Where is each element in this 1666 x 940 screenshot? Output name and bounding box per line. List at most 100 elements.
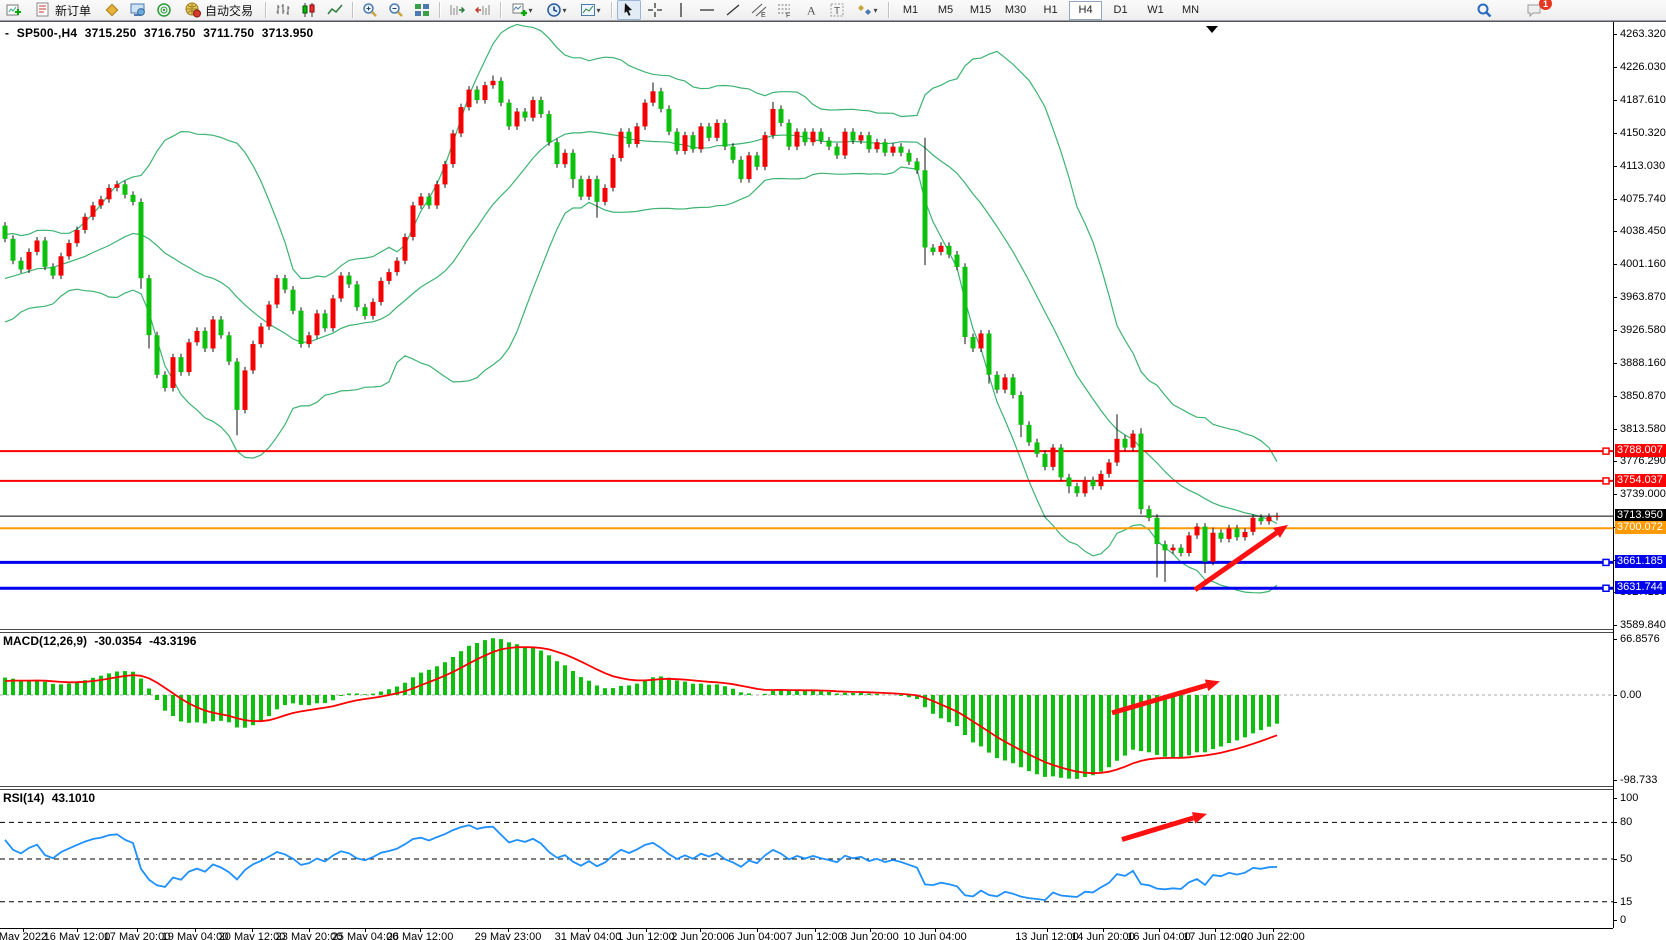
horizontal-line-button[interactable]: [695, 0, 719, 20]
timeframe-button-w1[interactable]: W1: [1139, 1, 1172, 20]
price-axis-label: 4075.740: [1620, 193, 1666, 205]
chart-window: - SP500-,H4 3715.250 3716.750 3711.750 3…: [0, 21, 1666, 940]
price-axis-tick: [1613, 429, 1617, 430]
macd-axis-label: -98.733: [1620, 774, 1657, 786]
price-axis-tick: [1613, 231, 1617, 232]
line-handle[interactable]: [1603, 478, 1609, 484]
bar-chart-button[interactable]: [271, 0, 295, 20]
price-tag-3713.950: 3713.950: [1615, 509, 1666, 522]
price-axis-label: 3589.840: [1620, 619, 1666, 631]
channel-button[interactable]: E: [747, 0, 771, 20]
time-axis-tick: [137, 928, 138, 932]
profile-icon: [130, 2, 146, 18]
market-watch-icon: [104, 2, 120, 18]
trendline-button[interactable]: [721, 0, 745, 20]
chart-shift-button[interactable]: [471, 0, 495, 20]
rsi-pane[interactable]: [0, 788, 1613, 928]
candlestick-chart-icon: [301, 2, 317, 18]
trend-arrow[interactable]: [1122, 812, 1207, 839]
chart-shift-marker-icon[interactable]: [1206, 26, 1218, 33]
trendline-icon: [725, 2, 741, 18]
price-axis-label: 3776.290: [1620, 455, 1666, 467]
candlestick-chart-button[interactable]: [297, 0, 321, 20]
macd-axis-tick: [1613, 780, 1617, 781]
main-price-pane[interactable]: [0, 23, 1613, 629]
horizontal-price-lines[interactable]: [0, 448, 1613, 591]
timeframe-button-h4[interactable]: H4: [1069, 1, 1102, 20]
time-axis-label: 2 Jun 20:00: [671, 931, 729, 940]
price-axis-label: 3888.160: [1620, 357, 1666, 369]
price-axis-tick: [1613, 133, 1617, 134]
timeframe-button-m1[interactable]: M1: [894, 1, 927, 20]
toolbar-separator: [611, 2, 612, 18]
notifications-button[interactable]: 1: [1522, 0, 1546, 20]
cursor-button[interactable]: [617, 0, 641, 20]
arrows-button[interactable]: ▾: [851, 0, 883, 20]
line-handle[interactable]: [1603, 448, 1609, 454]
rsi-axis-tick: [1613, 822, 1617, 823]
new-order-button[interactable]: 新订单: [28, 0, 98, 20]
trend-arrow[interactable]: [1195, 525, 1288, 590]
price-axis-label: 4226.030: [1620, 61, 1666, 73]
auto-scroll-button[interactable]: [445, 0, 469, 20]
channel-icon: E: [751, 2, 767, 18]
text-button[interactable]: A: [799, 0, 823, 20]
line-chart-button[interactable]: [323, 0, 347, 20]
time-axis-tick: [508, 928, 509, 932]
rsi-line: [5, 825, 1277, 900]
fibonacci-icon: F: [777, 2, 793, 18]
chart-shift-icon: [475, 2, 491, 18]
timeframe-button-m15[interactable]: M15: [964, 1, 997, 20]
templates-button[interactable]: ▾: [574, 0, 606, 20]
price-axis-label: 4187.610: [1620, 94, 1666, 106]
zoom-in-button[interactable]: [358, 0, 382, 20]
macd-axis-label: 66.8576: [1620, 633, 1660, 645]
macd-pane[interactable]: [0, 631, 1613, 786]
auto-trading-button-label: 自动交易: [205, 2, 253, 19]
tile-windows-button[interactable]: [410, 0, 434, 20]
time-axis-tick: [935, 928, 936, 932]
price-tag-3788.007: 3788.007: [1615, 444, 1666, 457]
search-button[interactable]: [1472, 0, 1496, 20]
price-axis-label: 3926.580: [1620, 324, 1666, 336]
zoom-out-icon: [388, 2, 404, 18]
time-axis-label: 26 May 12:00: [387, 931, 454, 940]
zoom-out-button[interactable]: [384, 0, 408, 20]
price-tag-3661.185: 3661.185: [1615, 555, 1666, 568]
svg-text:T: T: [834, 6, 840, 17]
new-chart-icon: [6, 2, 22, 18]
time-axis-tick: [700, 928, 701, 932]
text-label-button[interactable]: T: [825, 0, 849, 20]
time-axis-label: 6 Jun 04:00: [728, 931, 786, 940]
vertical-line-button[interactable]: [669, 0, 693, 20]
line-chart-icon: [327, 2, 343, 18]
bar-chart-icon: [275, 2, 291, 18]
timeframe-button-d1[interactable]: D1: [1104, 1, 1137, 20]
indicators-button[interactable]: ▾: [506, 0, 538, 20]
auto-trading-button[interactable]: 自动交易: [178, 0, 260, 20]
signals-button[interactable]: [152, 0, 176, 20]
price-axis-label: 3813.580: [1620, 423, 1666, 435]
time-axis-label: 14 Jun 20:00: [1071, 931, 1135, 940]
timeframe-button-m5[interactable]: M5: [929, 1, 962, 20]
line-handle[interactable]: [1603, 559, 1609, 565]
price-axis-label: 4038.450: [1620, 225, 1666, 237]
profile-button[interactable]: [126, 0, 150, 20]
time-axis-label: 17 Jun 12:00: [1183, 931, 1247, 940]
timeframe-button-m30[interactable]: M30: [999, 1, 1032, 20]
price-axis-border: [1613, 22, 1614, 928]
timeframe-button-mn[interactable]: MN: [1174, 1, 1207, 20]
periods-button[interactable]: ▾: [540, 0, 572, 20]
new-chart-button[interactable]: [2, 0, 26, 20]
crosshair-button[interactable]: [643, 0, 667, 20]
line-handle[interactable]: [1603, 585, 1609, 591]
price-axis-tick: [1613, 396, 1617, 397]
time-axis-tick: [309, 928, 310, 932]
vertical-line-icon: [673, 2, 689, 18]
price-axis-tick: [1613, 461, 1617, 462]
timeframe-button-h1[interactable]: H1: [1034, 1, 1067, 20]
fibonacci-button[interactable]: F: [773, 0, 797, 20]
time-axis-tick: [23, 928, 24, 932]
market-watch-button[interactable]: [100, 0, 124, 20]
text-label-icon: T: [829, 2, 845, 18]
